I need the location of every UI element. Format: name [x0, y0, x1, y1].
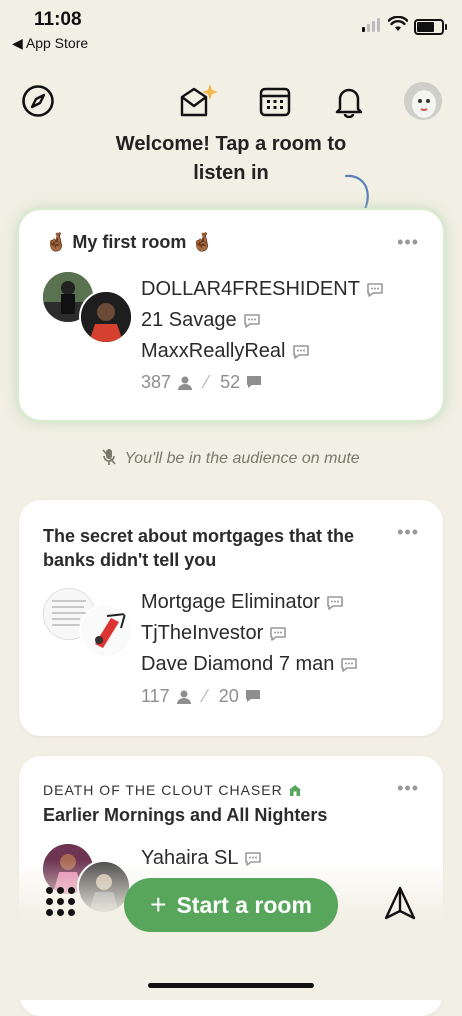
cellular-signal-icon: [362, 18, 380, 32]
listener-count: 117: [141, 686, 170, 706]
calendar-icon[interactable]: [258, 84, 292, 118]
chat-bubble-icon: [367, 282, 383, 297]
plus-icon: +: [150, 889, 167, 920]
grid-dots-icon[interactable]: [46, 887, 76, 917]
chat-filled-icon: [245, 690, 260, 702]
profile-avatar[interactable]: [404, 82, 442, 120]
status-bar: 11:08 ◀ App Store: [0, 0, 462, 60]
chat-bubble-icon: [243, 313, 260, 328]
wifi-icon: [388, 16, 408, 31]
room-stats: 117 ⁄ 20: [141, 686, 261, 707]
house-icon: [288, 785, 301, 796]
speaker-list: Mortgage Eliminator TjTheInvestor Dave D…: [141, 587, 358, 680]
notification-bell-icon[interactable]: [332, 84, 366, 118]
more-options-icon[interactable]: •••: [397, 232, 419, 253]
room-title: Earlier Mornings and All Nighters: [43, 805, 328, 825]
start-room-button[interactable]: + Start a room: [124, 878, 338, 932]
battery-icon: [414, 19, 447, 35]
separator: ⁄: [205, 372, 209, 392]
back-to-app-store[interactable]: ◀ App Store: [12, 35, 88, 52]
chat-bubble-icon: [270, 626, 287, 641]
chat-count: 20: [218, 686, 239, 706]
chat-bubble-icon: [292, 344, 309, 359]
person-icon: [176, 690, 191, 704]
more-options-icon[interactable]: •••: [397, 778, 419, 799]
start-room-label: Start a room: [176, 891, 312, 918]
room-card[interactable]: The secret about mortgages that the bank…: [19, 500, 443, 736]
chat-bubble-icon: [327, 595, 343, 610]
speaker-name[interactable]: Mortgage Eliminator: [141, 587, 358, 618]
home-indicator: [148, 983, 314, 988]
room-card[interactable]: 🤞🏾 My first room 🤞🏾 ••• DOLLAR4FRESHIDEN…: [19, 210, 443, 420]
club-name[interactable]: DEATH OF THE CLOUT CHASER: [43, 782, 301, 798]
explore-icon[interactable]: [21, 84, 55, 118]
chat-filled-icon: [247, 376, 262, 388]
speaker-avatar: [79, 290, 133, 344]
send-icon[interactable]: [384, 886, 416, 922]
speaker-name[interactable]: Dave Diamond 7 man: [141, 649, 358, 680]
room-title: 🤞🏾 My first room 🤞🏾: [45, 232, 214, 252]
room-title: The secret about mortgages that the bank…: [43, 526, 355, 570]
muted-mic-icon: [102, 449, 116, 465]
person-icon: [178, 376, 193, 390]
audience-mute-note: You'll be in the audience on mute: [0, 448, 462, 468]
room-stats: 387 ⁄ 52: [141, 372, 262, 393]
welcome-hint: Welcome! Tap a room to listen in: [115, 133, 347, 184]
chat-count: 52: [220, 372, 241, 392]
invite-envelope-icon[interactable]: [178, 82, 220, 120]
listener-count: 387: [141, 372, 172, 392]
more-options-icon[interactable]: •••: [397, 522, 419, 543]
speaker-name[interactable]: 21 Savage: [141, 305, 384, 336]
speaker-avatar: [79, 604, 133, 658]
speaker-name[interactable]: DOLLAR4FRESHIDENT: [141, 274, 384, 305]
status-time: 11:08: [34, 9, 82, 30]
separator: ⁄: [203, 686, 207, 706]
speaker-name[interactable]: TjTheInvestor: [141, 618, 358, 649]
speaker-list: DOLLAR4FRESHIDENT 21 Savage MaxxReallyRe…: [141, 274, 384, 367]
chat-bubble-icon: [341, 657, 358, 672]
speaker-name[interactable]: MaxxReallyReal: [141, 336, 384, 367]
